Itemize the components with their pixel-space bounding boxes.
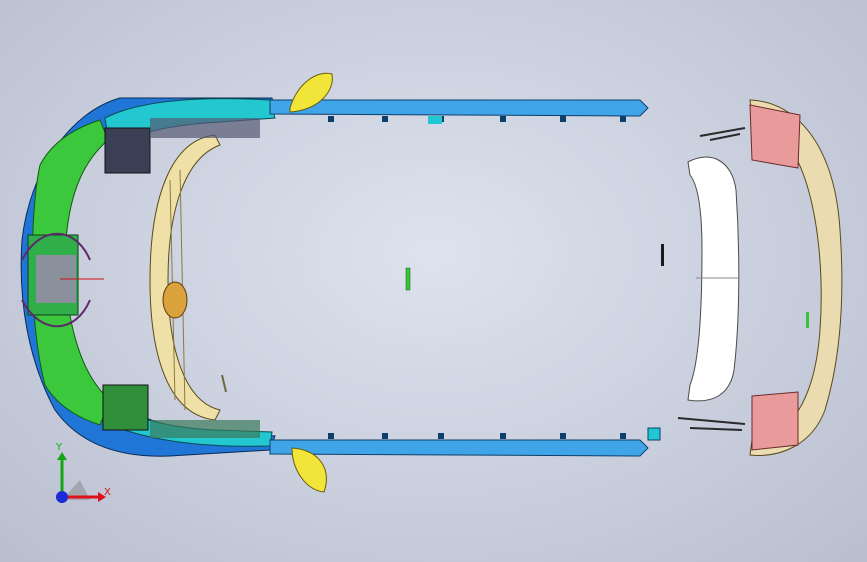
- rear-green-part: [806, 312, 809, 328]
- lower-side-rail[interactable]: [269, 439, 649, 457]
- lower-rail-block: [647, 427, 661, 441]
- front-top-dark-parts: [150, 118, 260, 138]
- rear-upper-pink-part[interactable]: [749, 104, 801, 169]
- lower-rail-clips: [328, 433, 626, 439]
- center-dark-part: [661, 244, 664, 266]
- side-rails[interactable]: [269, 99, 661, 457]
- front-lower-bracket[interactable]: [102, 384, 149, 431]
- front-body-assembly[interactable]: [20, 97, 276, 457]
- cad-assembly-view[interactable]: [0, 0, 867, 562]
- upper-rail-block: [428, 116, 442, 124]
- upper-rail-clips: [328, 116, 626, 122]
- front-bottom-dark-parts: [150, 420, 260, 438]
- front-inner-frame[interactable]: [149, 134, 221, 421]
- rear-lower-bracket-lines: [677, 417, 746, 431]
- reference-triad-icon: [56, 452, 106, 503]
- white-tailgate-panel[interactable]: [687, 156, 740, 402]
- rear-lower-pink-part[interactable]: [751, 391, 799, 451]
- front-center-emblem[interactable]: [162, 281, 188, 319]
- triad-x-label: X: [104, 487, 111, 498]
- upper-side-rail[interactable]: [269, 99, 649, 117]
- front-upper-bracket[interactable]: [104, 127, 151, 174]
- front-small-line: [221, 374, 227, 393]
- triad-y-label: Y: [56, 442, 63, 453]
- center-green-part: [405, 267, 411, 291]
- rear-upper-bracket-lines: [699, 127, 746, 141]
- graphics-viewport[interactable]: X Y: [0, 0, 867, 562]
